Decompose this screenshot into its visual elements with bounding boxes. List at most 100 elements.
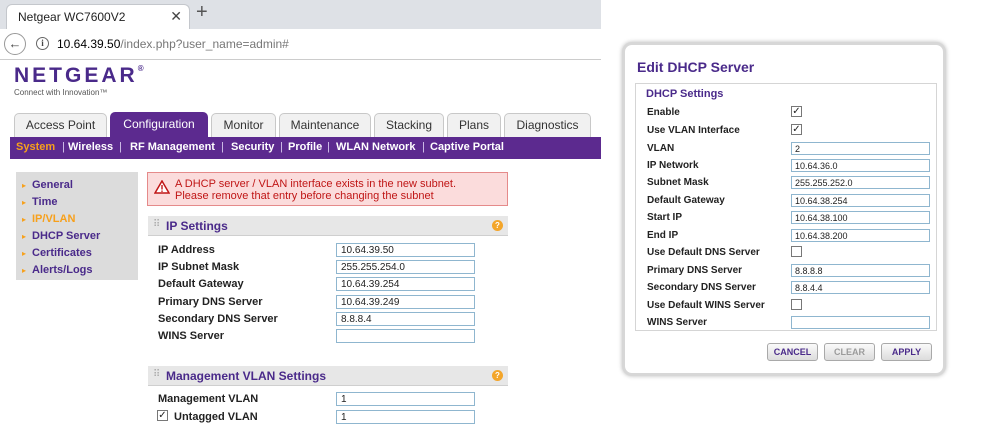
subnav-separator: | <box>119 141 122 153</box>
mgmt-vlan-header: ⠿ Management VLAN Settings ? <box>148 366 508 386</box>
wins-server-label: WINS Server <box>158 330 225 342</box>
screenshot-root: Netgear WC7600V2 ✕ + ← i 10.64.39.50/ind… <box>0 0 999 441</box>
alert-line-1: A DHCP server / VLAN interface exists in… <box>175 178 457 190</box>
dhcp-gateway-input[interactable] <box>791 194 930 207</box>
use-default-wins-label: Use Default WINS Server <box>647 300 765 311</box>
logo-registered-mark: ® <box>137 64 144 73</box>
dialog-title: Edit DHCP Server <box>637 59 755 75</box>
browser-tabstrip: Netgear WC7600V2 ✕ + <box>0 0 601 29</box>
end-ip-label: End IP <box>647 230 679 241</box>
address-bar[interactable]: 10.64.39.50/index.php?user_name=admin# <box>57 37 289 51</box>
primary-dns-label: Primary DNS Server <box>158 296 263 308</box>
tab-stacking[interactable]: Stacking <box>374 113 444 137</box>
clear-button[interactable]: CLEAR <box>824 343 875 361</box>
untagged-vlan-input[interactable] <box>336 410 475 424</box>
cancel-button[interactable]: CANCEL <box>767 343 818 361</box>
subnav-wlan-network[interactable]: WLAN Network <box>336 141 415 153</box>
apply-button[interactable]: APPLY <box>881 343 932 361</box>
bullet-arrow-icon: ▸ <box>22 249 27 258</box>
use-vlan-label: Use VLAN Interface <box>647 125 740 136</box>
ip-subnet-mask-input[interactable] <box>336 260 475 274</box>
ip-network-input[interactable] <box>791 159 930 172</box>
dhcp-primary-dns-input[interactable] <box>791 264 930 277</box>
browser-tab-title: Netgear WC7600V2 <box>18 10 126 24</box>
management-vlan-label: Management VLAN <box>158 393 259 405</box>
subnav-security[interactable]: Security <box>231 141 274 153</box>
enable-checkbox[interactable]: ✓ <box>791 106 802 117</box>
tab-access-point[interactable]: Access Point <box>14 113 107 137</box>
vlan-label: VLAN <box>647 143 675 154</box>
browser-tab[interactable]: Netgear WC7600V2 ✕ <box>6 4 190 29</box>
subnav-captive-portal[interactable]: Captive Portal <box>430 141 504 153</box>
use-default-dns-label: Use Default DNS Server <box>647 247 760 258</box>
ip-subnet-mask-label: IP Subnet Mask <box>158 261 240 273</box>
use-default-dns-checkbox[interactable] <box>791 246 802 257</box>
dhcp-primary-dns-label: Primary DNS Server <box>647 265 743 276</box>
url-path: /index.php?user_name=admin# <box>120 37 289 51</box>
drag-grip-icon: ⠿ <box>153 369 160 380</box>
subnav-wireless[interactable]: Wireless <box>68 141 113 153</box>
leftnav-time[interactable]: Time <box>32 196 57 208</box>
url-host: 10.64.39.50 <box>57 37 121 51</box>
dhcp-secondary-dns-label: Secondary DNS Server <box>647 282 756 293</box>
tab-monitor[interactable]: Monitor <box>211 113 276 137</box>
tab-plans[interactable]: Plans <box>447 113 501 137</box>
new-tab-icon[interactable]: + <box>196 1 208 24</box>
ip-address-label: IP Address <box>158 244 215 256</box>
secondary-dns-input[interactable] <box>336 312 475 326</box>
close-icon[interactable]: ✕ <box>170 8 182 25</box>
alert-line-2: Please remove that entry before changing… <box>175 190 434 202</box>
default-gateway-input[interactable] <box>336 277 475 291</box>
help-icon[interactable]: ? <box>492 220 503 231</box>
brand-tagline: Connect with Innovation™ <box>14 88 108 97</box>
leftnav-alerts-logs[interactable]: Alerts/Logs <box>32 264 93 276</box>
left-navigation: ▸ General ▸ Time ▸ IP/VLAN ▸ DHCP Server… <box>16 172 138 280</box>
info-icon[interactable]: i <box>36 37 49 50</box>
ip-address-input[interactable] <box>336 243 475 257</box>
bullet-arrow-icon: ▸ <box>22 232 27 241</box>
vlan-input[interactable] <box>791 142 930 155</box>
primary-dns-input[interactable] <box>336 295 475 309</box>
subnav-system[interactable]: System <box>16 141 55 153</box>
ip-network-label: IP Network <box>647 160 699 171</box>
dhcp-settings-fieldset: DHCP Settings Enable ✓ Use VLAN Interfac… <box>635 83 937 331</box>
enable-label: Enable <box>647 107 680 118</box>
end-ip-input[interactable] <box>791 229 930 242</box>
leftnav-dhcp-server[interactable]: DHCP Server <box>32 230 100 242</box>
untagged-vlan-checkbox[interactable]: ✓ <box>157 410 168 421</box>
subnav-separator: | <box>422 141 425 153</box>
bullet-arrow-icon: ▸ <box>22 266 27 275</box>
leftnav-certificates[interactable]: Certificates <box>32 247 92 259</box>
use-default-wins-checkbox[interactable] <box>791 299 802 310</box>
subnet-mask-input[interactable] <box>791 176 930 189</box>
dhcp-wins-label: WINS Server <box>647 317 708 328</box>
logo-text: NETGEAR <box>14 64 138 87</box>
browser-toolbar: ← i 10.64.39.50/index.php?user_name=admi… <box>0 29 601 60</box>
leftnav-ip-vlan[interactable]: IP/VLAN <box>32 213 75 225</box>
subnav-separator: | <box>327 141 330 153</box>
tab-diagnostics[interactable]: Diagnostics <box>504 113 591 137</box>
subnet-mask-label: Subnet Mask <box>647 177 709 188</box>
alert-message: A DHCP server / VLAN interface exists in… <box>175 178 456 202</box>
wins-server-input[interactable] <box>336 329 475 343</box>
dhcp-wins-input[interactable] <box>791 316 930 329</box>
tab-configuration[interactable]: Configuration <box>110 112 208 137</box>
start-ip-label: Start IP <box>647 212 683 223</box>
error-alert: A DHCP server / VLAN interface exists in… <box>147 172 508 206</box>
help-icon[interactable]: ? <box>492 370 503 381</box>
edit-dhcp-dialog: Edit DHCP Server DHCP Settings Enable ✓ … <box>622 42 946 376</box>
leftnav-general[interactable]: General <box>32 179 73 191</box>
management-vlan-input[interactable] <box>336 392 475 406</box>
dhcp-secondary-dns-input[interactable] <box>791 281 930 294</box>
dhcp-settings-legend: DHCP Settings <box>646 88 724 100</box>
ip-settings-title: IP Settings <box>166 219 228 233</box>
subnav-profile[interactable]: Profile <box>288 141 322 153</box>
subnav-separator: | <box>280 141 283 153</box>
tab-maintenance[interactable]: Maintenance <box>279 113 371 137</box>
arrow-left-icon[interactable]: ← <box>4 33 26 55</box>
subnav-rf-management[interactable]: RF Management <box>130 141 215 153</box>
start-ip-input[interactable] <box>791 211 930 224</box>
use-vlan-checkbox[interactable]: ✓ <box>791 124 802 135</box>
dhcp-gateway-label: Default Gateway <box>647 195 725 206</box>
drag-grip-icon: ⠿ <box>153 219 160 230</box>
